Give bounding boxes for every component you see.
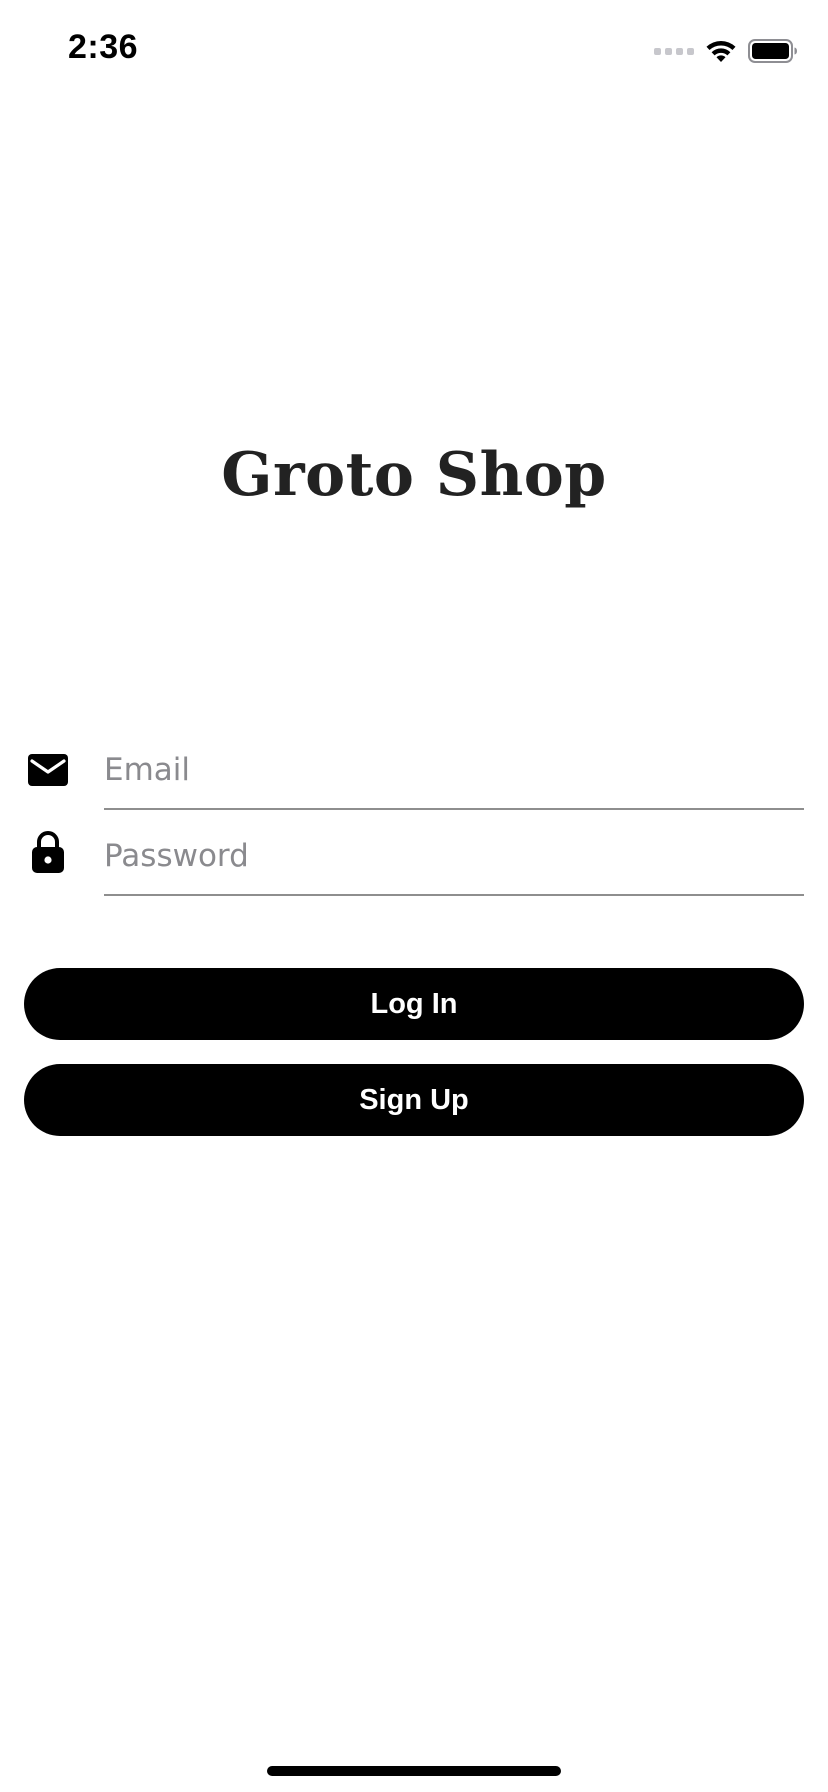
email-input[interactable] xyxy=(104,740,804,800)
status-bar: 2:36 xyxy=(0,0,828,100)
status-time: 2:36 xyxy=(68,28,139,66)
lock-icon xyxy=(26,830,70,874)
app-title: Groto Shop xyxy=(221,440,607,510)
wifi-icon xyxy=(706,40,736,62)
cellular-signal-icon xyxy=(654,47,694,55)
password-underline xyxy=(104,894,804,896)
password-input[interactable] xyxy=(104,826,804,886)
password-field-row xyxy=(0,814,828,900)
status-indicators xyxy=(654,36,798,66)
envelope-icon xyxy=(26,748,70,792)
email-field-row xyxy=(0,728,828,814)
login-button-label: Log In xyxy=(370,987,458,1020)
login-button[interactable]: Log In xyxy=(24,968,804,1040)
battery-icon xyxy=(748,39,797,63)
signup-button-label: Sign Up xyxy=(359,1083,469,1116)
home-indicator[interactable] xyxy=(267,1766,561,1776)
signup-button[interactable]: Sign Up xyxy=(24,1064,804,1136)
email-underline xyxy=(104,808,804,810)
